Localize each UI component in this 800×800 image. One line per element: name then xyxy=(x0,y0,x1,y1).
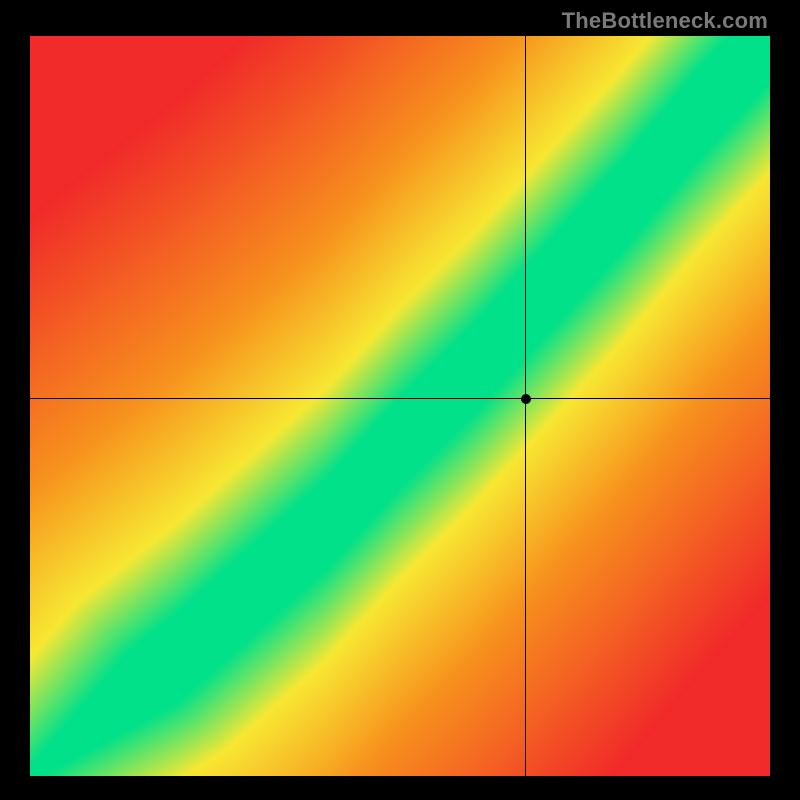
watermark-text: TheBottleneck.com xyxy=(562,8,768,34)
bottleneck-heatmap xyxy=(30,36,770,776)
chart-frame: TheBottleneck.com xyxy=(0,0,800,800)
plot-area xyxy=(30,36,770,776)
